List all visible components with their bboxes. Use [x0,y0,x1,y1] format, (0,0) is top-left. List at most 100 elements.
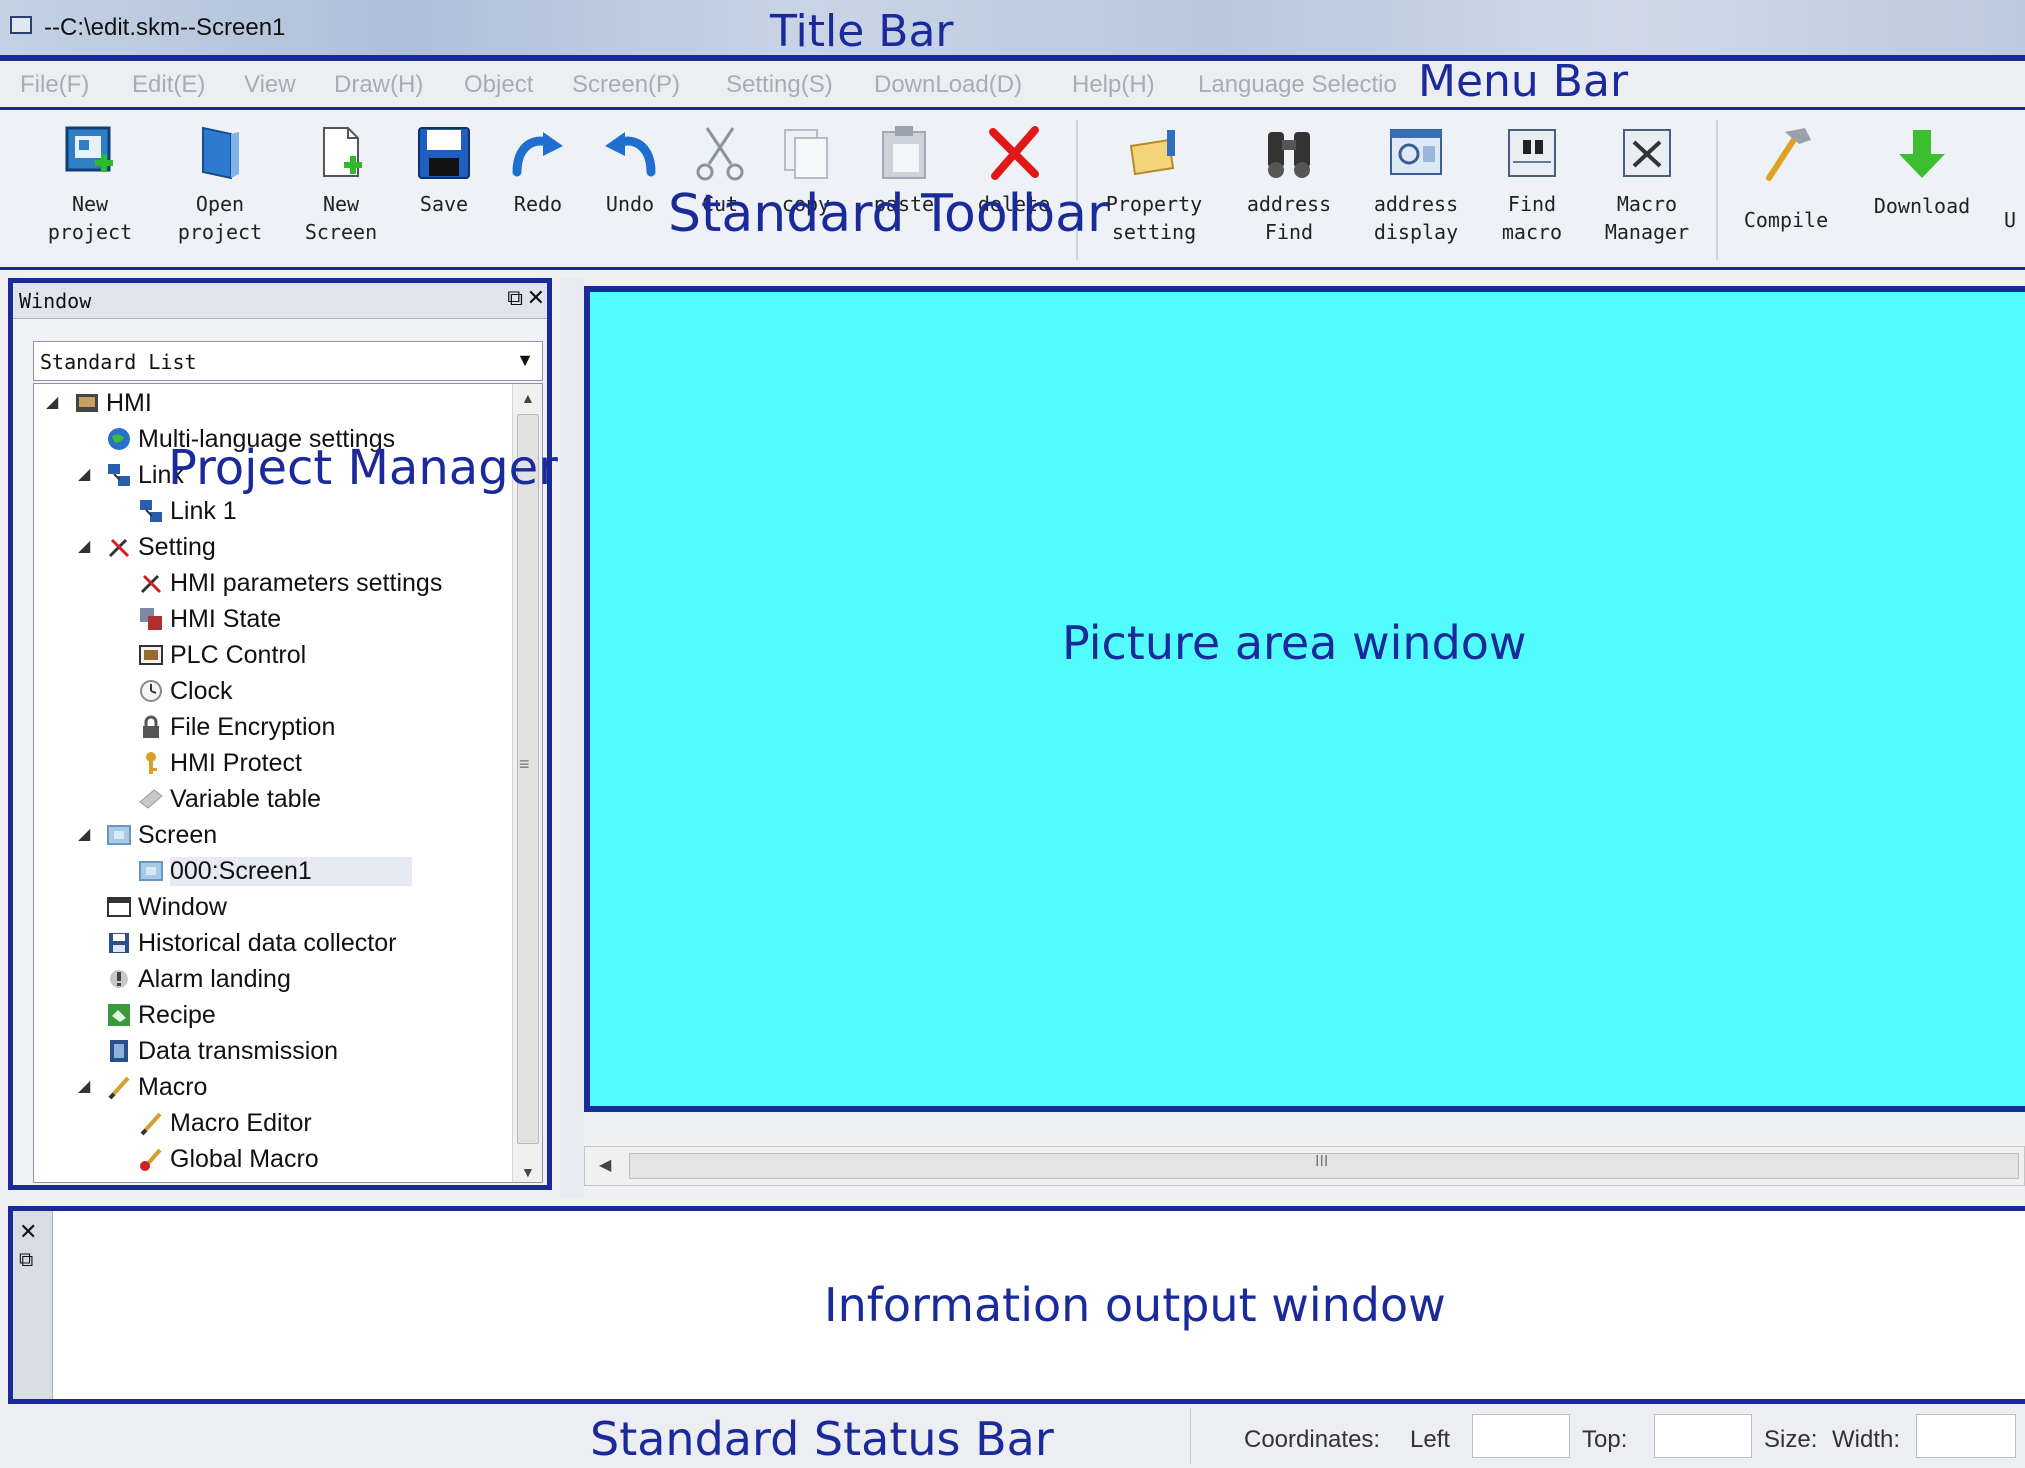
tree-label: Link 1 [170,497,237,525]
chevron-down-icon: ▼ [516,350,534,370]
tree-item-plc-control[interactable]: PLC Control [34,638,504,674]
paste-icon [882,126,926,179]
open-project-button[interactable]: Open project [170,110,270,270]
app-icon [10,16,32,34]
new-project-label: New project [47,192,133,244]
menu-help[interactable]: Help(H) [1072,71,1155,99]
tree-item-hmi-parameters[interactable]: HMI parameters settings [34,566,504,602]
tree-label: Window [138,893,227,921]
window-icon [107,897,131,917]
left-field[interactable] [1472,1414,1570,1458]
clock-icon [140,680,162,702]
tree-label: PLC Control [170,641,307,669]
scrollbar-thumb[interactable] [517,414,539,1144]
menu-file[interactable]: File(F) [20,71,89,99]
scroll-down-icon[interactable]: ▼ [521,1164,535,1180]
new-project-icon [65,126,113,172]
variable-table-icon [139,789,163,809]
top-field[interactable] [1654,1414,1752,1458]
tree-item-macro-editor[interactable]: Macro Editor [34,1106,504,1142]
width-field[interactable] [1916,1414,2016,1458]
expand-icon[interactable]: ◢ [78,1076,90,1096]
property-setting-button[interactable]: Property setting [1092,110,1216,270]
delete-icon [989,126,1039,180]
address-find-button[interactable]: address Find [1234,110,1344,270]
globe-icon [108,428,130,450]
tree-item-alarm[interactable]: Alarm landing [34,962,504,998]
tree-scrollbar[interactable]: ▲ ≡ ▼ [512,384,542,1182]
download-arrow-icon [1899,130,1945,178]
coordinates-label: Coordinates: [1244,1426,1381,1453]
menu-view[interactable]: View [244,71,296,99]
pencil-icon [140,1112,162,1136]
menu-download[interactable]: DownLoad(D) [874,71,1022,99]
tree-label: 000:Screen1 [170,857,412,886]
tree-item-screen[interactable]: ◢ Screen [34,818,504,854]
tree-item-link1[interactable]: Link 1 [34,494,504,530]
float-icon[interactable]: ⧉ [507,285,523,311]
tree-item-clock[interactable]: Clock [34,674,504,710]
menu-edit[interactable]: Edit(E) [132,71,205,99]
left-label: Left [1410,1426,1451,1453]
brush-icon [140,1148,162,1171]
tree-item-file-encryption[interactable]: File Encryption [34,710,504,746]
screen-icon [139,861,163,881]
menu-object[interactable]: Object [464,71,533,99]
plc-icon [139,645,163,665]
expand-icon[interactable]: ◢ [78,824,90,844]
new-screen-button[interactable]: New Screen [296,110,386,270]
find-macro-button[interactable]: Find macro [1486,110,1578,270]
hammer-icon [1766,128,1811,181]
tree-item-setting[interactable]: ◢ Setting [34,530,504,566]
tools-icon [108,538,130,558]
menu-screen[interactable]: Screen(P) [572,71,680,99]
expand-icon[interactable]: ◢ [46,392,58,412]
tree-item-global-macro[interactable]: Global Macro [34,1142,504,1178]
menu-draw[interactable]: Draw(H) [334,71,423,99]
tree-label: Recipe [138,1001,216,1029]
tree-item-hmi-protect[interactable]: HMI Protect [34,746,504,782]
tree-label: Macro [138,1073,208,1101]
new-project-button[interactable]: New project [40,110,140,270]
project-tree: ◢ HMI Multi-language settings ◢ Link Lin… [33,383,543,1183]
macro-manager-button[interactable]: Macro Manager [1596,110,1698,270]
lock-icon [143,715,159,738]
project-manager-panel: Window ⧉ ✕ Standard List ▼ ◢ HMI Multi-l… [8,278,552,1190]
download-button[interactable]: Download [1870,110,1974,270]
width-label: Width: [1832,1426,1901,1453]
annotation-picture-area: Picture area window [1062,616,1527,670]
tree-item-hmi-state[interactable]: HMI State [34,602,504,638]
upload-button[interactable]: U [2004,110,2025,270]
scroll-up-icon[interactable]: ▲ [521,390,535,406]
size-label: Size: [1764,1426,1818,1453]
expand-icon[interactable]: ◢ [78,464,90,484]
tree-item-historical[interactable]: Historical data collector [34,926,504,962]
tree-item-hmi[interactable]: ◢ HMI [34,386,504,422]
redo-button[interactable]: Redo [496,110,580,270]
undo-button[interactable]: Undo [588,110,672,270]
annotation-standard-toolbar: Standard Toolbar [668,184,1109,244]
save-button[interactable]: Save [404,110,484,270]
scroll-left-icon[interactable]: ◀ [599,1155,611,1175]
expand-icon[interactable]: ◢ [78,536,90,556]
tree-item-screen1[interactable]: 000:Screen1 [34,854,504,890]
menu-setting[interactable]: Setting(S) [726,71,833,99]
close-icon[interactable]: ✕ [527,285,545,311]
tree-label: Historical data collector [138,929,397,957]
redo-icon [512,132,563,177]
tree-item-recipe[interactable]: Recipe [34,998,504,1034]
tree-item-data-transmission[interactable]: Data transmission [34,1034,504,1070]
tree-item-macro[interactable]: ◢ Macro [34,1070,504,1106]
menu-language[interactable]: Language Selectio [1198,71,1397,99]
compile-button[interactable]: Compile [1734,110,1838,270]
close-icon[interactable]: ✕ [19,1219,37,1245]
undo-label: Undo [605,192,655,216]
float-icon[interactable]: ⧉ [19,1249,33,1272]
picture-horizontal-scrollbar[interactable]: ◀ III [584,1146,2025,1186]
tree-item-variable-table[interactable]: Variable table [34,782,504,818]
tree-item-window[interactable]: Window [34,890,504,926]
view-select[interactable]: Standard List ▼ [33,341,543,381]
address-display-button[interactable]: address display [1360,110,1472,270]
picture-area-canvas[interactable] [584,286,2025,1112]
menu-bar: File(F) Edit(E) View Draw(H) Object Scre… [0,58,2025,110]
